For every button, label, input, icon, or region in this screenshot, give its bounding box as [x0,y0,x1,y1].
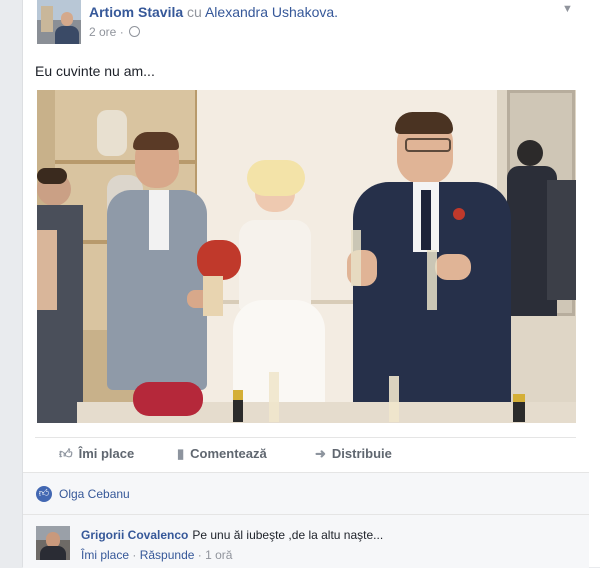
scroll-gutter [589,0,600,567]
post-meta: 2 ore · [89,25,141,39]
comment-separator: · [197,548,202,562]
globe-icon[interactable] [129,26,141,37]
likes-summary: 👍︎ Olga Cebanu [23,472,589,515]
post-text: Eu cuvinte nu am... [35,63,155,79]
comment-like-link[interactable]: Îmi place [81,548,129,562]
post-header: Artiom Stavila cu Alexandra Ushakova. [89,4,338,20]
like-button[interactable]: 👍︎ Îmi place [59,446,134,462]
post-timestamp[interactable]: 2 ore [89,25,116,39]
comment-text: Pe unu ăl iubeşte ,de la altu naşte... [192,528,384,542]
like-label: Îmi place [78,446,135,461]
comment-separator: · [132,548,137,562]
comment-label: Comentează [190,446,267,461]
post-actions: 👍︎ Îmi place ▮ Comentează ➜ Distribuie [35,437,576,472]
post-photo[interactable] [37,90,576,423]
like-reaction-icon: 👍︎ [36,486,52,502]
comment-author[interactable]: Grigorii Covalenco [81,528,188,542]
comment-button[interactable]: ▮ Comentează [177,446,267,462]
author-name[interactable]: Artiom Stavila [89,4,183,20]
commenter-avatar[interactable] [36,526,70,560]
comment-body: Grigorii Covalenco Pe unu ăl iubeşte ,de … [81,528,383,542]
tagged-person[interactable]: Alexandra Ushakova. [205,4,338,20]
share-arrow-icon: ➜ [315,446,326,461]
comment-meta: Îmi place · Răspunde · 1 oră [81,548,232,562]
comment-icon: ▮ [177,446,185,461]
meta-separator: · [119,25,124,39]
author-avatar[interactable] [37,0,81,44]
comment-list: Grigorii Covalenco Pe unu ăl iubeşte ,de … [23,514,589,568]
comment-reply-link[interactable]: Răspunde [140,548,195,562]
share-button[interactable]: ➜ Distribuie [315,446,392,462]
share-label: Distribuie [331,446,392,461]
liker-name[interactable]: Olga Cebanu [59,487,130,501]
with-label: cu [187,4,202,20]
chevron-down-icon[interactable]: ▼ [562,3,573,15]
comment-timestamp[interactable]: 1 oră [205,548,232,562]
thumbs-up-icon: 👍︎ [59,446,73,461]
post-card: Artiom Stavila cu Alexandra Ushakova. 2 … [22,0,590,568]
